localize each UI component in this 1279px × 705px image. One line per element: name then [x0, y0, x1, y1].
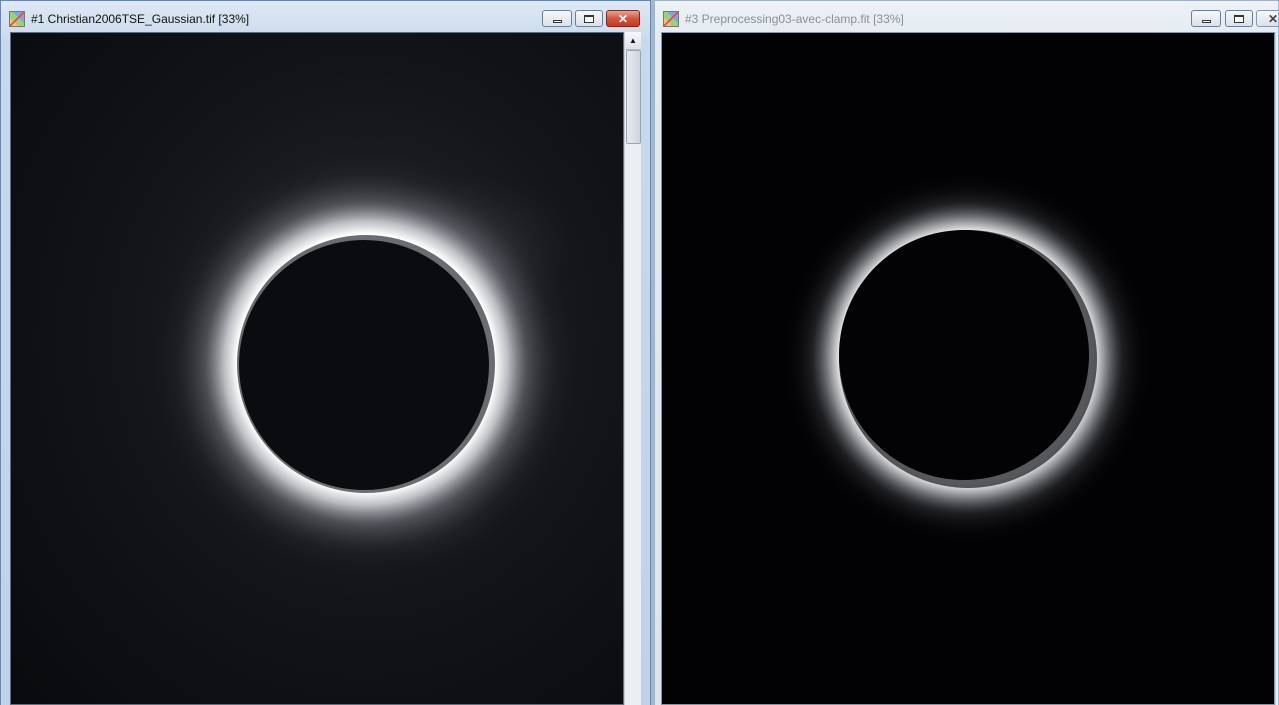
- window-3-title: #3 Preprocessing03-avec-clamp.fit [33%]: [685, 12, 904, 26]
- image-canvas-1[interactable]: [10, 32, 624, 705]
- eclipse-image-1: [11, 33, 623, 704]
- scroll-up-arrow-icon: ▲: [629, 36, 637, 45]
- minimize-icon: [552, 20, 562, 23]
- image-canvas-3[interactable]: [661, 32, 1275, 705]
- vertical-scrollbar[interactable]: [1275, 32, 1278, 705]
- image-window-1[interactable]: #1 Christian2006TSE_Gaussian.tif [33%] ✕: [0, 0, 651, 705]
- image-window-3[interactable]: #3 Preprocessing03-avec-clamp.fit [33%] …: [654, 0, 1279, 705]
- vertical-scrollbar[interactable]: ▲: [624, 32, 641, 705]
- minimize-icon: [1201, 20, 1211, 23]
- window-1-titlebar[interactable]: #1 Christian2006TSE_Gaussian.tif [33%] ✕: [1, 1, 650, 32]
- close-button[interactable]: ✕: [606, 10, 640, 27]
- close-button[interactable]: ✕: [1256, 10, 1279, 27]
- minimize-button[interactable]: [1191, 10, 1221, 27]
- window-1-title: #1 Christian2006TSE_Gaussian.tif [33%]: [31, 12, 250, 26]
- maximize-icon: [1234, 14, 1244, 23]
- scroll-up-button[interactable]: ▲: [625, 32, 641, 50]
- maximize-icon: [584, 14, 594, 23]
- window-3-titlebar[interactable]: #3 Preprocessing03-avec-clamp.fit [33%] …: [655, 1, 1278, 32]
- close-icon: ✕: [1267, 11, 1279, 26]
- app-icon[interactable]: [663, 11, 679, 27]
- minimize-button[interactable]: [542, 10, 572, 27]
- maximize-button[interactable]: [1225, 10, 1253, 27]
- maximize-button[interactable]: [575, 10, 603, 27]
- app-icon[interactable]: [9, 11, 25, 27]
- eclipse-image-3: [662, 33, 1274, 704]
- close-icon: ✕: [617, 11, 629, 26]
- scroll-thumb[interactable]: [626, 50, 641, 144]
